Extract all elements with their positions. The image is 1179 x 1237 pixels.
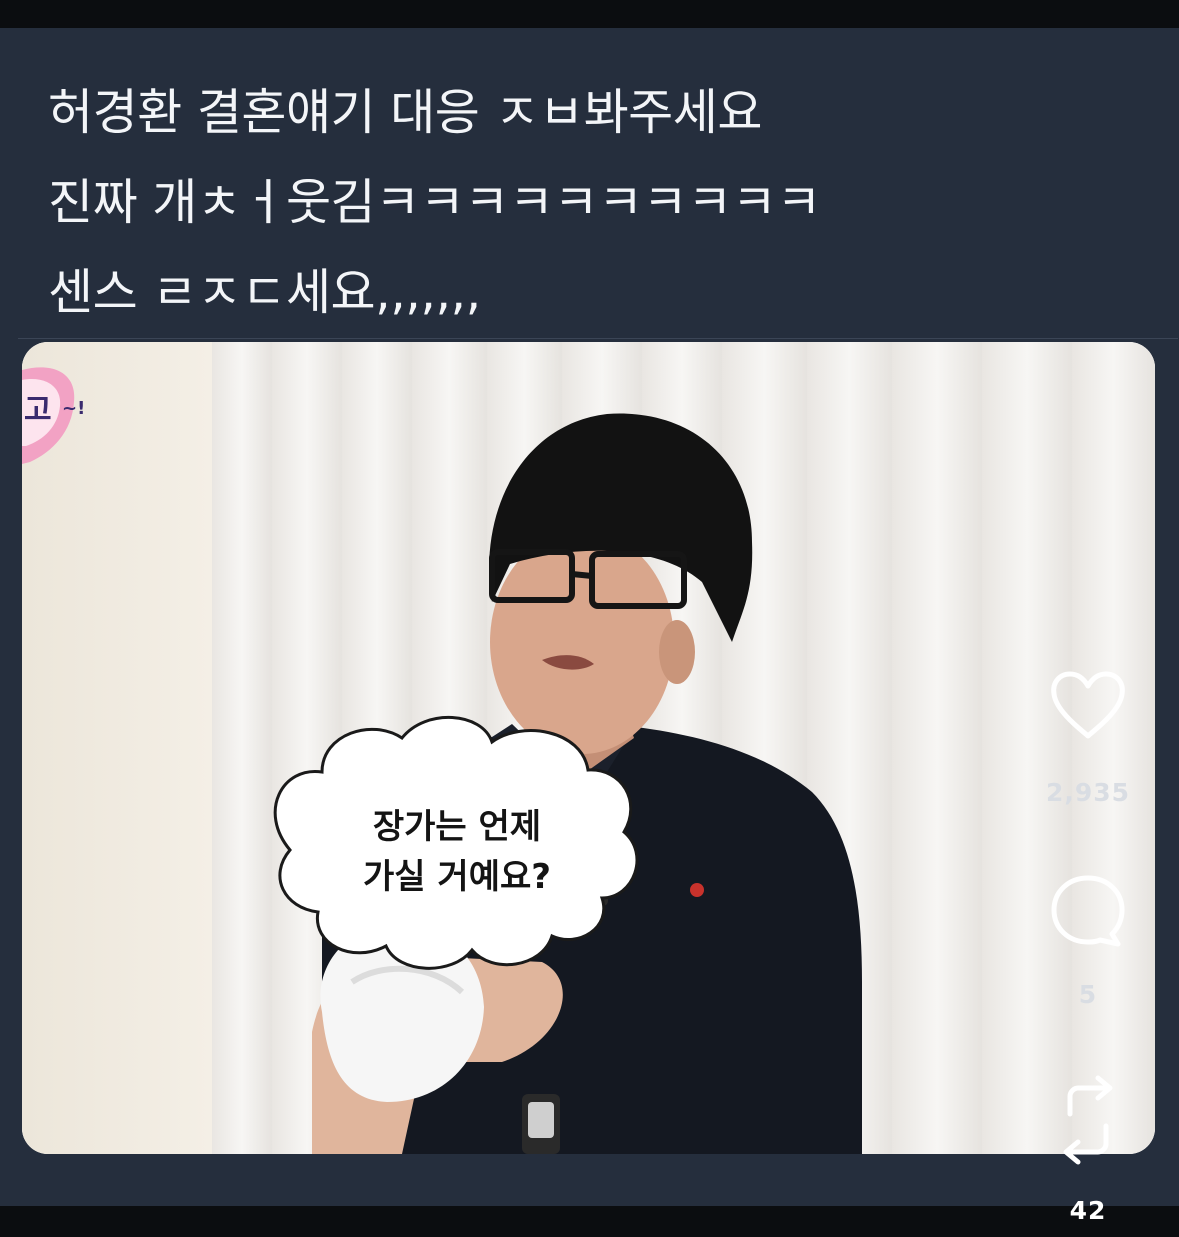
speech-line-2: 가실 거예요? <box>363 857 551 897</box>
bottom-bar <box>0 1206 1179 1237</box>
speech-line-1: 장가는 언제 <box>372 807 542 847</box>
comment-action[interactable] <box>1040 872 1136 948</box>
status-strip <box>0 0 1179 28</box>
comment-count: 5 <box>1078 980 1098 1009</box>
caption-line-2: 진짜 개ㅊㅓ웃김ㅋㅋㅋㅋㅋㅋㅋㅋㅋㅋ <box>48 174 821 231</box>
caption-line-1: 허경환 결혼얘기 대응 ㅈㅂ봐주세요 <box>48 84 762 141</box>
svg-text:고: 고 <box>24 393 52 428</box>
comment-bubble-icon[interactable] <box>1048 872 1128 948</box>
heart-icon[interactable] <box>1048 670 1128 742</box>
divider <box>18 338 1178 339</box>
repost-icon[interactable] <box>1050 1074 1126 1166</box>
svg-text:~!: ~! <box>62 398 85 419</box>
video-frame: 고 ~! <box>22 342 1155 1154</box>
repost-count: 42 <box>1069 1196 1107 1225</box>
like-count: 2,935 <box>1045 778 1131 807</box>
video-player[interactable]: 고 ~! 장가는 언제 가실 거예요? <box>22 342 1155 1154</box>
speech-bubble-text: 장가는 언제 가실 거예요? <box>292 802 622 902</box>
post-caption: 허경환 결혼얘기 대응 ㅈㅂ봐주세요 진짜 개ㅊㅓ웃김ㅋㅋㅋㅋㅋㅋㅋㅋㅋㅋ 센스… <box>48 68 1128 338</box>
caption-line-3: 센스 ㄹㅈㄷ세요,,,,,,, <box>48 264 481 321</box>
like-action[interactable] <box>1040 670 1136 742</box>
repost-action[interactable] <box>1040 1074 1136 1166</box>
